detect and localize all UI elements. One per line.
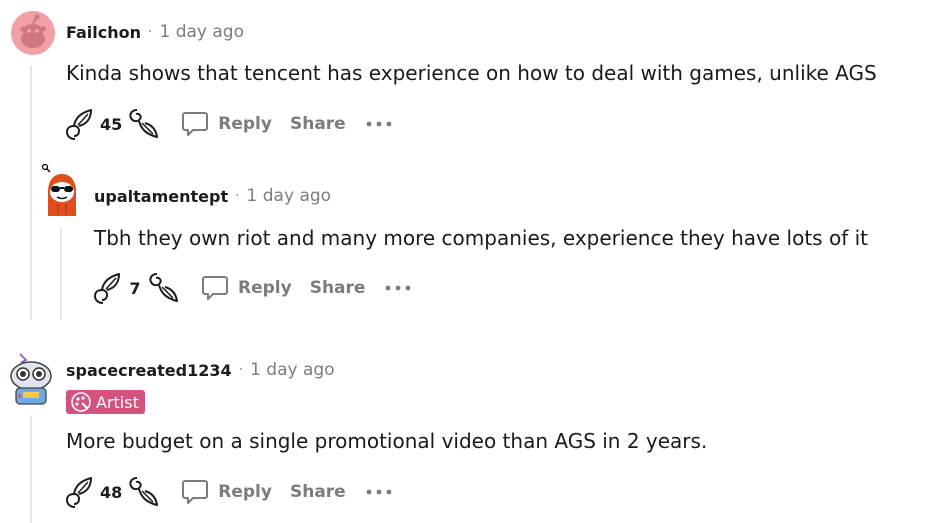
sprout-upvote-icon: [93, 273, 120, 304]
sprout-upvote-icon: [65, 109, 92, 140]
comment-actions: 48 Reply Share: [60, 472, 396, 512]
comment-actions: 7 Reply Share: [88, 268, 415, 308]
more-options-button[interactable]: [362, 477, 396, 507]
downvote-button[interactable]: [124, 472, 162, 512]
reply-label: Reply: [218, 114, 272, 134]
upvote-button[interactable]: [60, 472, 98, 512]
vote-score: 7: [129, 278, 141, 298]
share-label: Share: [289, 482, 346, 502]
more-options-button[interactable]: [381, 273, 415, 303]
reply-button[interactable]: Reply: [180, 477, 272, 507]
ellipsis-icon: [386, 285, 411, 291]
thread-line-comment-1[interactable]: [30, 66, 32, 320]
author-name[interactable]: Failchon: [66, 23, 141, 42]
downvote-button[interactable]: [144, 268, 182, 308]
comment-timestamp[interactable]: 1 day ago: [250, 360, 335, 380]
comment-body: Tbh they own riot and many more companie…: [94, 226, 868, 250]
upvote-button[interactable]: [60, 104, 98, 144]
user-avatar[interactable]: [10, 10, 56, 56]
comment-meta: Failchon · 1 day ago: [66, 22, 244, 42]
upvote-button[interactable]: [88, 268, 126, 308]
meta-separator: ·: [235, 188, 240, 204]
user-avatar[interactable]: [6, 350, 56, 408]
reply-button[interactable]: Reply: [180, 109, 272, 139]
comment-actions: 45 Reply Share: [60, 104, 396, 144]
sprout-downvote-icon: [129, 109, 159, 138]
comment-timestamp[interactable]: 1 day ago: [159, 22, 244, 42]
speech-bubble-icon: [182, 112, 209, 136]
flair-label: Artist: [96, 392, 139, 412]
ellipsis-icon: [366, 489, 392, 495]
author-name[interactable]: spacecreated1234: [66, 361, 232, 380]
comment-timestamp[interactable]: 1 day ago: [247, 186, 332, 206]
comment-body: Kinda shows that tencent has experience …: [66, 61, 877, 85]
share-button[interactable]: Share: [310, 278, 366, 298]
comment-body: More budget on a single promotional vide…: [66, 429, 708, 453]
comment-meta: upaltamentept · 1 day ago: [94, 186, 331, 206]
downvote-button[interactable]: [124, 104, 162, 144]
comment-meta: spacecreated1234 · 1 day ago: [66, 360, 335, 380]
share-label: Share: [289, 114, 346, 134]
reply-label: Reply: [238, 278, 292, 298]
sprout-downvote-icon: [149, 273, 178, 302]
meta-separator: ·: [148, 24, 153, 40]
share-button[interactable]: Share: [290, 482, 346, 502]
vote-score: 48: [100, 482, 123, 502]
share-button[interactable]: Share: [290, 114, 346, 134]
more-options-button[interactable]: [362, 109, 396, 139]
speech-bubble-icon: [182, 480, 209, 504]
speech-bubble-icon: [202, 276, 228, 300]
user-flair-badge: Artist: [66, 390, 145, 414]
user-avatar[interactable]: [40, 163, 84, 220]
ellipsis-icon: [366, 121, 392, 127]
sprout-upvote-icon: [65, 477, 92, 508]
palette-icon: [71, 392, 91, 412]
sprout-downvote-icon: [129, 477, 159, 506]
thread-line-comment-2[interactable]: [60, 228, 62, 320]
meta-separator: ·: [238, 362, 244, 378]
reply-label: Reply: [218, 482, 272, 502]
share-label: Share: [309, 278, 366, 298]
thread-line-comment-3[interactable]: [30, 416, 32, 523]
reply-button[interactable]: Reply: [200, 273, 292, 303]
vote-score: 45: [100, 114, 123, 134]
author-name[interactable]: upaltamentept: [94, 187, 228, 206]
